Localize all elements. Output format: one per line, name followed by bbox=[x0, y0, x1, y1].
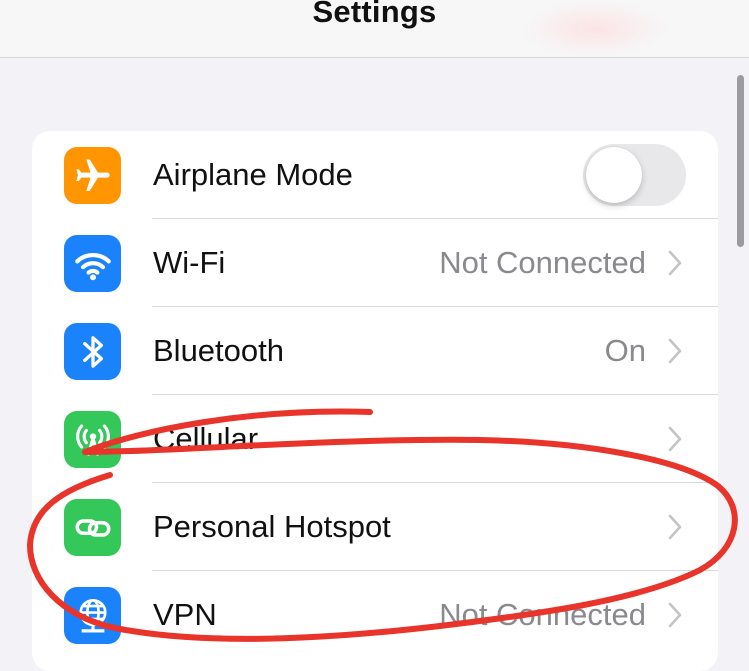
row-label: Airplane Mode bbox=[153, 157, 353, 192]
settings-group: Airplane Mode Wi-Fi Not Connected Blueto… bbox=[32, 131, 718, 671]
globe-vpn-icon bbox=[64, 587, 121, 644]
settings-row-bluetooth[interactable]: Bluetooth On bbox=[32, 307, 718, 395]
cellular-antenna-icon bbox=[64, 411, 121, 468]
chevron-right-icon bbox=[668, 250, 682, 276]
chevron-right-icon bbox=[668, 426, 682, 452]
page-title: Settings bbox=[312, 0, 437, 29]
row-label: Bluetooth bbox=[153, 333, 284, 368]
row-value: Not Connected bbox=[439, 597, 646, 632]
airplane-icon bbox=[64, 147, 121, 204]
scrollbar[interactable] bbox=[737, 75, 744, 247]
row-label: Wi-Fi bbox=[153, 245, 226, 280]
hotspot-link-icon bbox=[64, 499, 121, 556]
navigation-bar: Settings bbox=[0, 0, 749, 58]
wifi-icon bbox=[64, 235, 121, 292]
toggle-knob bbox=[586, 147, 642, 203]
row-value: On bbox=[604, 333, 646, 368]
row-value: Not Connected bbox=[439, 245, 646, 280]
chevron-right-icon bbox=[668, 338, 682, 364]
settings-row-wifi[interactable]: Wi-Fi Not Connected bbox=[32, 219, 718, 307]
row-label: Personal Hotspot bbox=[153, 509, 391, 544]
settings-row-airplane-mode[interactable]: Airplane Mode bbox=[32, 131, 718, 219]
settings-row-vpn[interactable]: VPN Not Connected bbox=[32, 571, 718, 659]
settings-row-personal-hotspot[interactable]: Personal Hotspot bbox=[32, 483, 718, 571]
row-label: Cellular bbox=[153, 421, 259, 456]
bluetooth-icon bbox=[64, 323, 121, 380]
settings-row-cellular[interactable]: Cellular bbox=[32, 395, 718, 483]
chevron-right-icon bbox=[668, 602, 682, 628]
chevron-right-icon bbox=[668, 514, 682, 540]
row-label: VPN bbox=[153, 597, 217, 632]
airplane-mode-toggle[interactable] bbox=[583, 144, 686, 206]
